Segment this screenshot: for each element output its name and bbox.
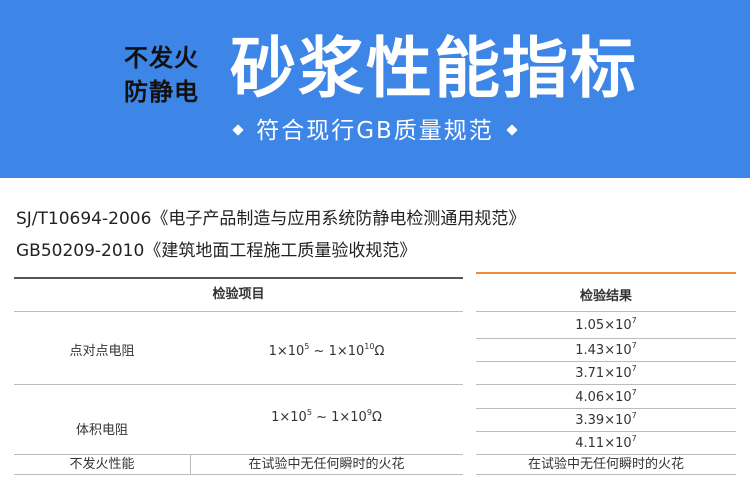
banner-title: 砂浆性能指标 [230,30,638,107]
table-header-test-results: 检验结果 [579,289,632,304]
diamond-icon [506,123,518,136]
standard-line-1: SJ/T10694-2006《电子产品制造与应用系统防静电检测通用规范》 [16,209,526,229]
right-divider-4 [476,408,736,409]
banner-small-title-line1: 不发火 [124,44,199,72]
right-header-accent-rule [476,272,736,274]
right-bottom-rule [476,474,736,475]
row-spec-point-to-point: 1×105 ~ 1×1010Ω [268,342,385,360]
row-item-point-to-point: 点对点电阻 [69,344,135,359]
result-value: 3.71×107 [575,364,637,382]
row-spec-non-sparking: 在试验中无任何瞬时的火花 [248,457,405,472]
right-divider-2 [476,361,736,362]
right-divider-3 [476,384,736,385]
result-value: 1.43×107 [575,341,637,359]
left-bottom-rule [14,474,463,475]
right-divider-6 [476,454,736,455]
result-value: 4.06×107 [575,388,637,406]
right-divider-1 [476,338,736,339]
left-header-top-rule [14,277,463,279]
table-header-test-items: 检验项目 [212,287,265,302]
diamond-icon [232,123,244,136]
banner-subtitle: 符合现行GB质量规范 [256,118,494,144]
header-banner: 不发火 防静电 砂浆性能指标 符合现行GB质量规范 [0,0,750,178]
right-divider-5 [476,431,736,432]
row-item-volume-resistance: 体积电阻 [75,423,128,438]
row-item-non-sparking: 不发火性能 [69,457,135,472]
result-value: 1.05×107 [575,316,637,334]
result-value: 4.11×107 [575,434,637,452]
right-header-bottom-rule [476,311,736,312]
banner-subtitle-row: 符合现行GB质量规范 [0,116,750,146]
row-spec-volume-resistance: 1×105 ~ 1×109Ω [271,408,382,426]
result-non-sparking: 在试验中无任何瞬时的火花 [527,457,684,472]
left-header-bottom-rule [14,311,463,312]
standard-line-2: GB50209-2010《建筑地面工程施工质量验收规范》 [16,241,417,261]
left-row-divider-1 [14,384,463,385]
left-row-divider-2 [14,454,463,455]
banner-small-title-line2: 防静电 [124,78,199,106]
result-value: 3.39×107 [575,411,637,429]
